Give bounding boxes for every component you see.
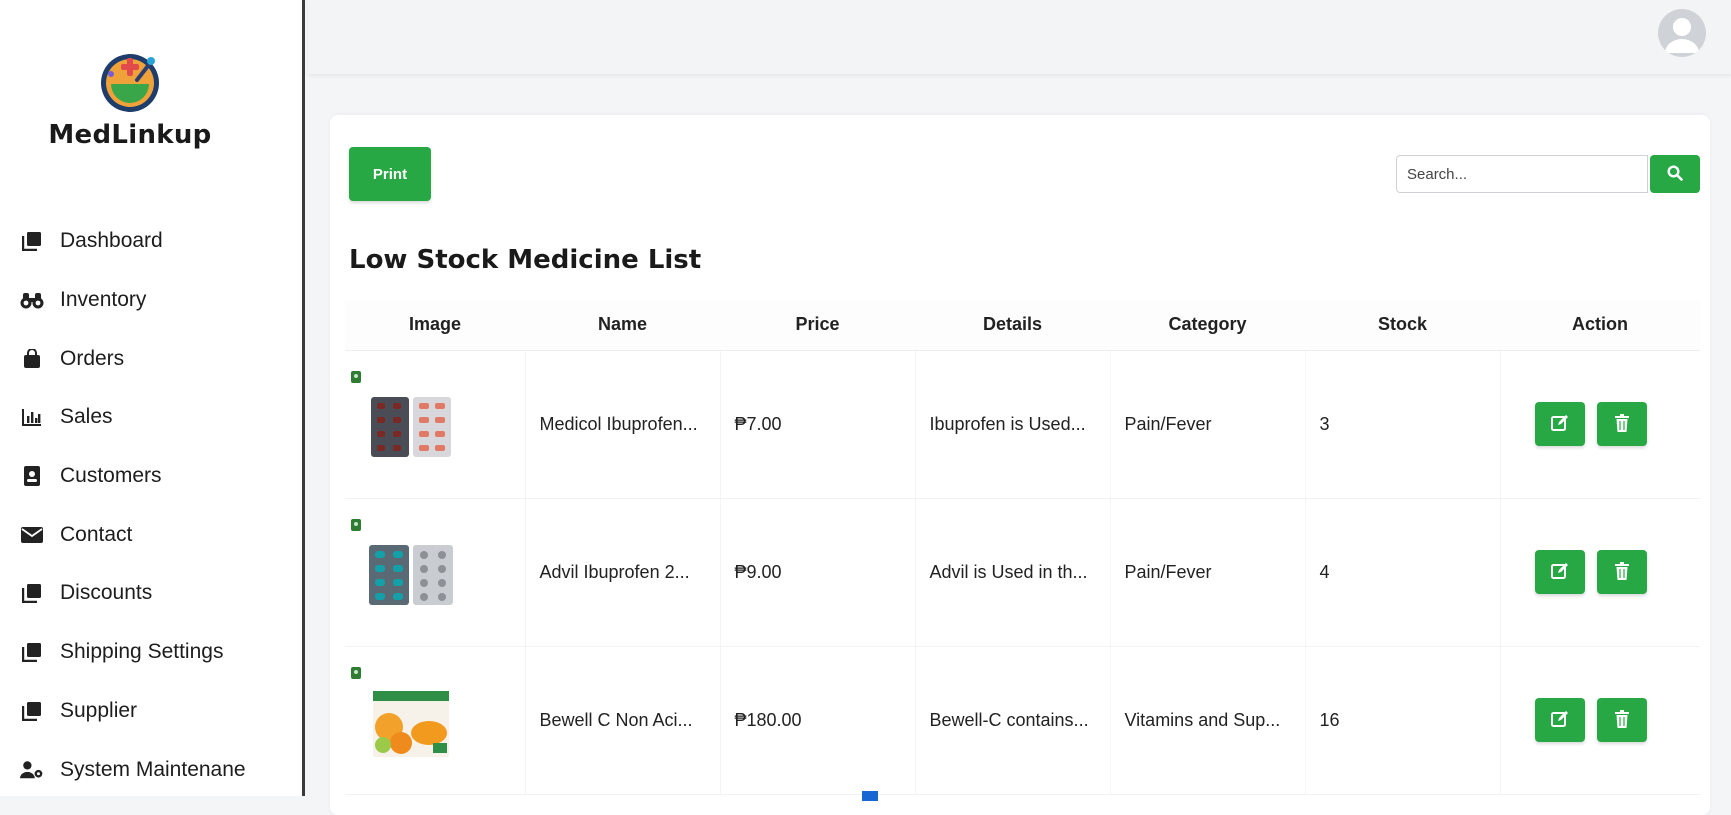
image-cell (345, 498, 526, 647)
row-actions (1515, 402, 1687, 446)
vitamin-box-orange (367, 687, 455, 759)
search-button[interactable] (1650, 155, 1700, 193)
cell-stock: 16 (1305, 646, 1501, 795)
print-button[interactable]: Print (349, 147, 431, 201)
trash-icon (1614, 709, 1629, 731)
user-avatar-icon[interactable] (1658, 9, 1706, 57)
sidebar-item-orders[interactable]: Orders (0, 329, 300, 388)
stack-icon (20, 581, 44, 605)
column-header-image[interactable]: Image (345, 300, 525, 351)
search-input[interactable] (1396, 155, 1648, 193)
stack-icon (20, 699, 44, 723)
row-actions (1515, 550, 1687, 594)
sidebar-item-label: Contact (60, 522, 133, 546)
cell-price: ₱9.00 (720, 498, 916, 647)
edit-button[interactable] (1534, 698, 1585, 742)
brand[interactable]: MedLinkup (0, 52, 260, 150)
binoculars-icon (20, 288, 44, 312)
cell-name: Bewell C Non Aci... (525, 646, 721, 795)
trash-icon (1614, 413, 1629, 435)
bar-chart-icon (20, 405, 44, 429)
cell-category: Vitamins and Sup... (1110, 646, 1306, 795)
pagination-indicator[interactable] (862, 791, 878, 801)
table-row: Medicol Ibuprofen... ₱7.00 Ibuprofen is … (345, 350, 1700, 499)
cell-details: Ibuprofen is Used... (915, 350, 1111, 499)
sidebar-item-customers[interactable]: Customers (0, 447, 300, 506)
sidebar-item-label: Orders (60, 346, 125, 370)
column-header-details[interactable]: Details (915, 300, 1110, 351)
sidebar-item-label: Sales (60, 405, 113, 429)
search-icon (1667, 164, 1683, 184)
cell-actions (1500, 646, 1700, 795)
column-header-category[interactable]: Category (1110, 300, 1305, 351)
cell-details: Bewell-C contains... (915, 646, 1111, 795)
table-header-row: Image Name Price Details Category Stock … (345, 300, 1700, 351)
sidebar-item-system-maintenance[interactable]: System Maintenane (0, 740, 300, 799)
sidebar-item-label: Discounts (60, 581, 153, 605)
table-row: Bewell C Non Aci... ₱180.00 Bewell-C con… (345, 646, 1700, 795)
cell-name: Medicol Ibuprofen... (525, 350, 721, 499)
brand-name: MedLinkup (48, 120, 212, 150)
blister-pack-red (367, 391, 455, 463)
trash-icon (1614, 561, 1629, 583)
cell-actions (1500, 350, 1700, 499)
broken-image-icon (350, 515, 362, 531)
delete-button[interactable] (1596, 402, 1647, 446)
sidebar-item-sales[interactable]: Sales (0, 388, 300, 447)
image-cell (345, 350, 526, 499)
edit-icon (1550, 710, 1569, 731)
sidebar-item-label: Dashboard (60, 229, 163, 253)
edit-button[interactable] (1534, 402, 1585, 446)
id-badge-icon (20, 464, 44, 488)
cell-category: Pain/Fever (1110, 350, 1306, 499)
page-title: Low Stock Medicine List (349, 245, 702, 275)
cell-stock: 4 (1305, 498, 1501, 647)
cell-stock: 3 (1305, 350, 1501, 499)
blister-pack-teal (367, 539, 455, 611)
sidebar-item-label: Supplier (60, 698, 138, 722)
sidebar: MedLinkup Dashboard Inventory Orders Sal… (0, 0, 305, 796)
sidebar-item-label: Customers (60, 464, 162, 488)
user-gear-icon (20, 758, 44, 782)
cell-details: Advil is Used in th... (915, 498, 1111, 647)
low-stock-table: Image Name Price Details Category Stock … (345, 300, 1700, 795)
edit-icon (1550, 414, 1569, 435)
cell-category: Pain/Fever (1110, 498, 1306, 647)
sidebar-item-label: System Maintenane (60, 757, 246, 781)
delete-button[interactable] (1596, 550, 1647, 594)
delete-button[interactable] (1596, 698, 1647, 742)
main-card: Print Low Stock Medicine List Image Name… (330, 115, 1710, 815)
column-header-price[interactable]: Price (720, 300, 915, 351)
sidebar-item-discounts[interactable]: Discounts (0, 564, 300, 623)
row-actions (1515, 698, 1687, 742)
search-bar (1396, 155, 1700, 193)
sidebar-item-contact[interactable]: Contact (0, 505, 300, 564)
shopping-bag-icon (20, 347, 44, 371)
broken-image-icon (350, 663, 362, 679)
sidebar-item-shipping-settings[interactable]: Shipping Settings (0, 623, 300, 682)
envelope-icon (20, 523, 44, 547)
cell-price: ₱7.00 (720, 350, 916, 499)
image-cell (345, 646, 526, 795)
edit-icon (1550, 562, 1569, 583)
sidebar-item-supplier[interactable]: Supplier (0, 682, 300, 741)
stack-icon (20, 640, 44, 664)
broken-image-icon (350, 367, 362, 383)
sidebar-item-inventory[interactable]: Inventory (0, 271, 300, 330)
table-row: Advil Ibuprofen 2... ₱9.00 Advil is Used… (345, 498, 1700, 647)
sidebar-item-dashboard[interactable]: Dashboard (0, 212, 300, 271)
sidebar-item-label: Shipping Settings (60, 640, 224, 664)
topbar (308, 0, 1731, 74)
mortar-pestle-logo (99, 52, 161, 114)
edit-button[interactable] (1534, 550, 1585, 594)
cell-price: ₱180.00 (720, 646, 916, 795)
column-header-stock[interactable]: Stock (1305, 300, 1500, 351)
column-header-name[interactable]: Name (525, 300, 720, 351)
stack-icon (20, 229, 44, 253)
column-header-action: Action (1500, 300, 1700, 351)
cell-actions (1500, 498, 1700, 647)
sidebar-item-label: Inventory (60, 288, 147, 312)
sidebar-nav: Dashboard Inventory Orders Sales Custome… (0, 212, 300, 799)
cell-name: Advil Ibuprofen 2... (525, 498, 721, 647)
